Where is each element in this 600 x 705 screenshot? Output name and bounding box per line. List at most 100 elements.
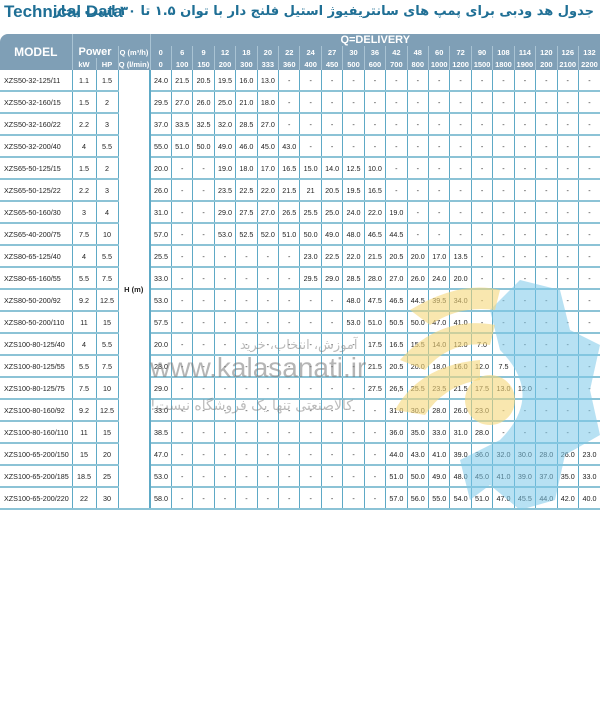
head-value-cell: - — [299, 399, 322, 422]
hp-cell: 5.5 — [95, 245, 118, 268]
head-value-cell: - — [492, 289, 515, 312]
head-value-cell: - — [235, 399, 258, 422]
head-value-cell: - — [513, 70, 536, 92]
head-value-cell: - — [235, 245, 258, 268]
head-value-cell: 48.0 — [342, 289, 365, 312]
head-value-cell: 41.0 — [427, 443, 450, 466]
table-row: XZS65-50-160/30 3 4 31.0- -29.0 27.5 27.0 26.5 2… — [0, 201, 600, 224]
head-value-cell: 48.0 — [449, 465, 472, 488]
head-value-cell: - — [492, 399, 515, 422]
q-lmin-value: 800 — [406, 58, 429, 70]
head-value-cell: 20.0 — [406, 355, 429, 378]
head-value-cell: - — [492, 135, 515, 158]
head-value-cell: - — [342, 443, 365, 466]
head-value-cell: 48.0 — [342, 223, 365, 246]
head-value-cell: - — [213, 333, 236, 356]
model-cell: XZS65-40-200/75 — [0, 223, 72, 246]
head-value-cell: - — [170, 333, 193, 356]
hp-cell: 25 — [95, 465, 118, 488]
kw-cell: 7.5 — [71, 377, 96, 400]
head-value-cell: - — [556, 91, 579, 114]
head-value-cell: - — [213, 487, 236, 510]
kw-cell: 2.2 — [71, 179, 96, 202]
head-value-cell: - — [278, 289, 300, 312]
head-value-cell: - — [427, 201, 450, 224]
head-value-cell: - — [492, 421, 515, 444]
head-value-cell: 51.0 — [278, 223, 300, 246]
head-value-cell: - — [170, 355, 193, 378]
head-value-cell: - — [470, 267, 493, 290]
model-cell: XZS50-32-125/11 — [0, 70, 72, 92]
head-value-cell: - — [342, 421, 365, 444]
head-value-cell: 39.0 — [449, 443, 472, 466]
head-value-cell: - — [192, 355, 215, 378]
head-value-cell: 7.5 — [492, 355, 515, 378]
q-lmin-value: 1500 — [470, 58, 493, 70]
head-value-cell: 22.5 — [235, 179, 258, 202]
head-value-cell: 40.0 — [577, 487, 600, 510]
head-value-cell: 53.0 — [213, 223, 236, 246]
table-row: XZS100-80-125/55 5.5 7.5 23.0- - - - - - - - -21.5 2… — [0, 355, 600, 378]
table-row: XZS80-50-200/110 11 15 57.5- - - - - - - -53.0 51.0… — [0, 311, 600, 334]
head-value-cell: - — [256, 487, 279, 510]
head-value-cell: - — [577, 70, 600, 92]
table-row: XZS100-80-160/92 9.2 12.5 33.0- - - - - - - - - -31.… — [0, 399, 600, 422]
head-value-cell: 54.0 — [449, 487, 472, 510]
head-value-cell: - — [470, 70, 493, 92]
head-value-cell: - — [320, 311, 343, 334]
head-value-cell: - — [385, 70, 408, 92]
head-value-cell: 45.0 — [470, 465, 493, 488]
head-value-cell: - — [470, 245, 493, 268]
hp-cell: 12.5 — [95, 399, 118, 422]
head-value-cell: - — [406, 70, 429, 92]
head-value-cell: 47.0 — [427, 311, 450, 334]
head-value-cell: - — [170, 465, 193, 488]
head-value-cell: 43.0 — [406, 443, 429, 466]
head-value-cell: - — [170, 245, 193, 268]
head-value-cell: 28.0 — [470, 421, 493, 444]
kw-cell: 9.2 — [71, 399, 96, 422]
kw-cell: 4 — [71, 333, 96, 356]
head-value-cell: - — [192, 289, 215, 312]
model-cell: XZS100-80-125/75 — [0, 377, 72, 400]
kw-cell: 5.5 — [71, 267, 96, 290]
head-value-cell: - — [342, 465, 365, 488]
head-value-cell: 33.0 — [577, 465, 600, 488]
head-value-cell: - — [513, 91, 536, 114]
header-row-q-lmin: kW HP Q (l/min) 0 100 150 200 300 333 360 400 45… — [0, 58, 600, 70]
head-value-cell: 39.5 — [427, 289, 450, 312]
head-value-cell: 12.0 — [470, 355, 493, 378]
head-value-cell: - — [535, 201, 558, 224]
head-value-cell: 23.0 — [149, 355, 172, 378]
head-value-cell: 20.0 — [449, 267, 472, 290]
head-value-cell: 46.5 — [363, 223, 386, 246]
head-value-cell: - — [556, 311, 579, 334]
head-value-cell: - — [256, 289, 279, 312]
head-value-cell: 21.5 — [278, 179, 300, 202]
head-value-cell: 44.0 — [385, 443, 408, 466]
head-value-cell: - — [342, 487, 365, 510]
head-value-cell: 21.5 — [449, 377, 472, 400]
head-value-cell: 51.0 — [170, 135, 193, 158]
q-m3h-value: 24 — [299, 46, 322, 58]
hp-cell: 7.5 — [95, 267, 118, 290]
head-value-cell: - — [342, 135, 365, 158]
head-value-cell: 27.0 — [256, 201, 279, 224]
head-value-cell: - — [278, 465, 300, 488]
q-lmin-value: 450 — [320, 58, 343, 70]
model-cell: XZS65-50-160/30 — [0, 201, 72, 224]
head-value-cell: - — [192, 465, 215, 488]
head-value-cell: 29.5 — [149, 91, 172, 114]
model-cell: XZS80-50-200/110 — [0, 311, 72, 334]
head-value-cell: - — [427, 70, 450, 92]
head-value-cell: 45.0 — [256, 135, 279, 158]
head-value-cell: - — [213, 443, 236, 466]
head-value-cell: 18.0 — [235, 157, 258, 180]
head-value-cell: - — [492, 201, 515, 224]
head-value-cell: 36.0 — [385, 421, 408, 444]
head-value-cell: - — [470, 201, 493, 224]
head-value-cell: 21.5 — [363, 245, 386, 268]
head-value-cell: 49.0 — [320, 223, 343, 246]
head-value-cell: 26.0 — [406, 267, 429, 290]
head-value-cell: - — [235, 289, 258, 312]
